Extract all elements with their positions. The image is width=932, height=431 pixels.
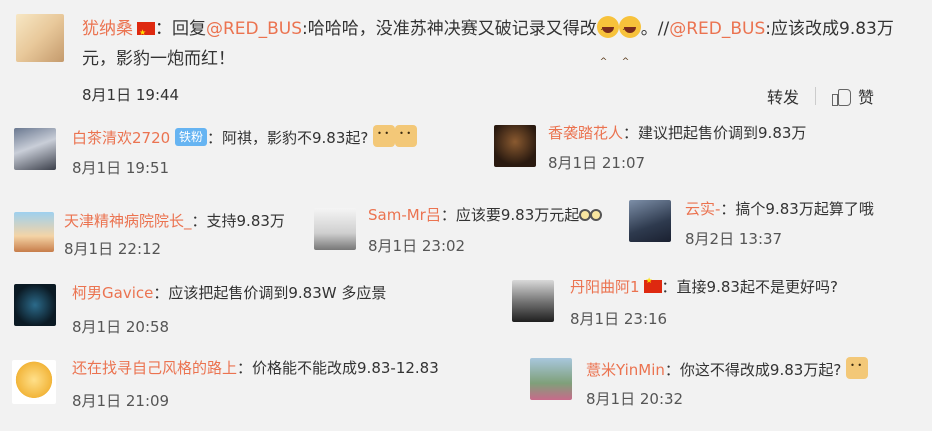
laughing-emoji-icon: [596, 16, 619, 77]
comment-text: 白茶清欢2720 铁粉 ：阿祺，影豹不9.83起?: [72, 125, 418, 148]
mention-link[interactable]: @RED_BUS: [206, 19, 302, 39]
comment-text: 天津精神病院院长_：支持9.83万: [64, 210, 285, 231]
fan-badge: 铁粉: [174, 128, 207, 146]
china-flag-icon: [137, 18, 155, 48]
comment-text: 香袭踏花人：建议把起售价调到9.83万: [548, 122, 806, 143]
username-link[interactable]: 薏米YinMin: [586, 361, 665, 379]
username-link[interactable]: 香袭踏花人: [548, 124, 623, 142]
main-reply-text: 犹纳桑：回复@RED_BUS:哈哈哈，没准苏神决赛又破记录又得改。//@RED_…: [82, 14, 912, 77]
avatar[interactable]: [530, 358, 572, 400]
comment-item: Sam-Mr吕：应该要9.83万元起 8月1日 23:02: [300, 196, 610, 266]
avatar[interactable]: [629, 200, 671, 242]
comment-body: ：建议把起售价调到9.83万: [623, 124, 807, 142]
avatar[interactable]: [512, 280, 554, 322]
thumbs-up-icon: [831, 87, 851, 106]
username-link[interactable]: 还在找寻自己风格的路上: [72, 359, 237, 377]
reply-text: 。//: [640, 19, 670, 39]
avatar[interactable]: [16, 14, 64, 62]
china-flag-icon: [643, 276, 662, 293]
comment-body: ：价格能不能改成9.83-12.83: [237, 359, 439, 377]
avatar[interactable]: [14, 212, 54, 252]
timestamp: 8月1日 19:44: [82, 86, 180, 104]
like-button[interactable]: 赞: [831, 84, 874, 108]
doge-emoji-icon: [395, 125, 418, 147]
username-link[interactable]: 犹纳桑: [82, 19, 133, 39]
avatar[interactable]: [14, 284, 56, 326]
mention-link[interactable]: @RED_BUS: [669, 19, 765, 39]
timestamp: 8月1日 20:32: [586, 390, 684, 408]
comment-body: ：阿祺，影豹不9.83起?: [206, 129, 369, 147]
timestamp: 8月1日 21:07: [548, 154, 646, 172]
doge-emoji-icon: [373, 125, 396, 147]
avatar[interactable]: [14, 128, 56, 170]
comment-body: ：支持9.83万: [191, 212, 285, 230]
reply-text: :哈哈哈，没准苏神决赛又破记录又得改: [302, 19, 597, 39]
comment-item: 云实-：搞个9.83万起算了哦 8月2日 13:37: [615, 196, 932, 266]
comment-text: 云实-：搞个9.83万起算了哦: [685, 198, 874, 219]
reply-prefix: ：回复: [155, 19, 206, 39]
comment-text: Sam-Mr吕：应该要9.83万元起: [368, 204, 603, 225]
username-link[interactable]: 云实-: [685, 200, 720, 218]
repost-button[interactable]: 转发: [767, 84, 799, 108]
username-link[interactable]: 天津精神病院院长_: [64, 212, 192, 230]
comment-body: ：你这不得改成9.83万起?: [664, 361, 842, 379]
comment-text: 丹阳曲阿1 ：直接9.83起不是更好吗?: [570, 276, 838, 297]
doge-emoji-icon: [846, 357, 869, 379]
laughing-emoji-icon: [618, 16, 641, 77]
comment-thread: 犹纳桑：回复@RED_BUS:哈哈哈，没准苏神决赛又破记录又得改。//@RED_…: [0, 0, 932, 431]
username-link[interactable]: 柯男Gavice: [72, 284, 153, 302]
comment-body: ：搞个9.83万起算了哦: [720, 200, 874, 218]
timestamp: 8月1日 21:09: [72, 392, 170, 410]
timestamp: 8月1日 22:12: [64, 240, 162, 258]
timestamp: 8月2日 13:37: [685, 230, 783, 248]
avatar[interactable]: [12, 360, 56, 404]
username-link[interactable]: 丹阳曲阿1: [570, 278, 640, 296]
username-link[interactable]: Sam-Mr吕: [368, 206, 441, 224]
username-link[interactable]: 白茶清欢2720: [72, 129, 170, 147]
timestamp: 8月1日 23:16: [570, 310, 668, 328]
comment-text: 薏米YinMin：你这不得改成9.83万起?: [586, 357, 869, 380]
comment-item: 还在找寻自己风格的路上：价格能不能改成9.83-12.83 8月1日 21:09: [0, 352, 520, 422]
comment-item: 柯男Gavice：应该把起售价调到9.83W 多应景 8月1日 20:58: [0, 274, 500, 344]
glasses-emoji-icon: [579, 207, 603, 221]
main-reply: 犹纳桑：回复@RED_BUS:哈哈哈，没准苏神决赛又破记录又得改。//@RED_…: [0, 0, 932, 115]
comment-body: ：应该要9.83万元起: [440, 206, 580, 224]
comment-body: ：应该把起售价调到9.83W 多应景: [153, 284, 387, 302]
avatar[interactable]: [314, 208, 356, 250]
comment-body: ：直接9.83起不是更好吗?: [661, 278, 838, 296]
timestamp: 8月1日 20:58: [72, 318, 170, 336]
comment-item: 香袭踏花人：建议把起售价调到9.83万 8月1日 21:07: [480, 118, 932, 188]
comment-item: 丹阳曲阿1 ：直接9.83起不是更好吗? 8月1日 23:16: [500, 274, 932, 344]
like-label: 赞: [857, 88, 874, 107]
comment-text: 还在找寻自己风格的路上：价格能不能改成9.83-12.83: [72, 357, 439, 378]
action-bar: 转发 赞: [767, 84, 874, 108]
timestamp: 8月1日 19:51: [72, 159, 170, 177]
comment-text: 柯男Gavice：应该把起售价调到9.83W 多应景: [72, 282, 386, 303]
comment-item: 白茶清欢2720 铁粉：阿祺，影豹不9.83起? 8月1日 19:51: [0, 118, 480, 188]
comment-item: 薏米YinMin：你这不得改成9.83万起? 8月1日 20:32: [520, 352, 932, 422]
avatar[interactable]: [494, 125, 536, 167]
comment-item: 天津精神病院院长_：支持9.83万 8月1日 22:12: [0, 196, 300, 266]
divider: [814, 87, 816, 105]
timestamp: 8月1日 23:02: [368, 237, 466, 255]
